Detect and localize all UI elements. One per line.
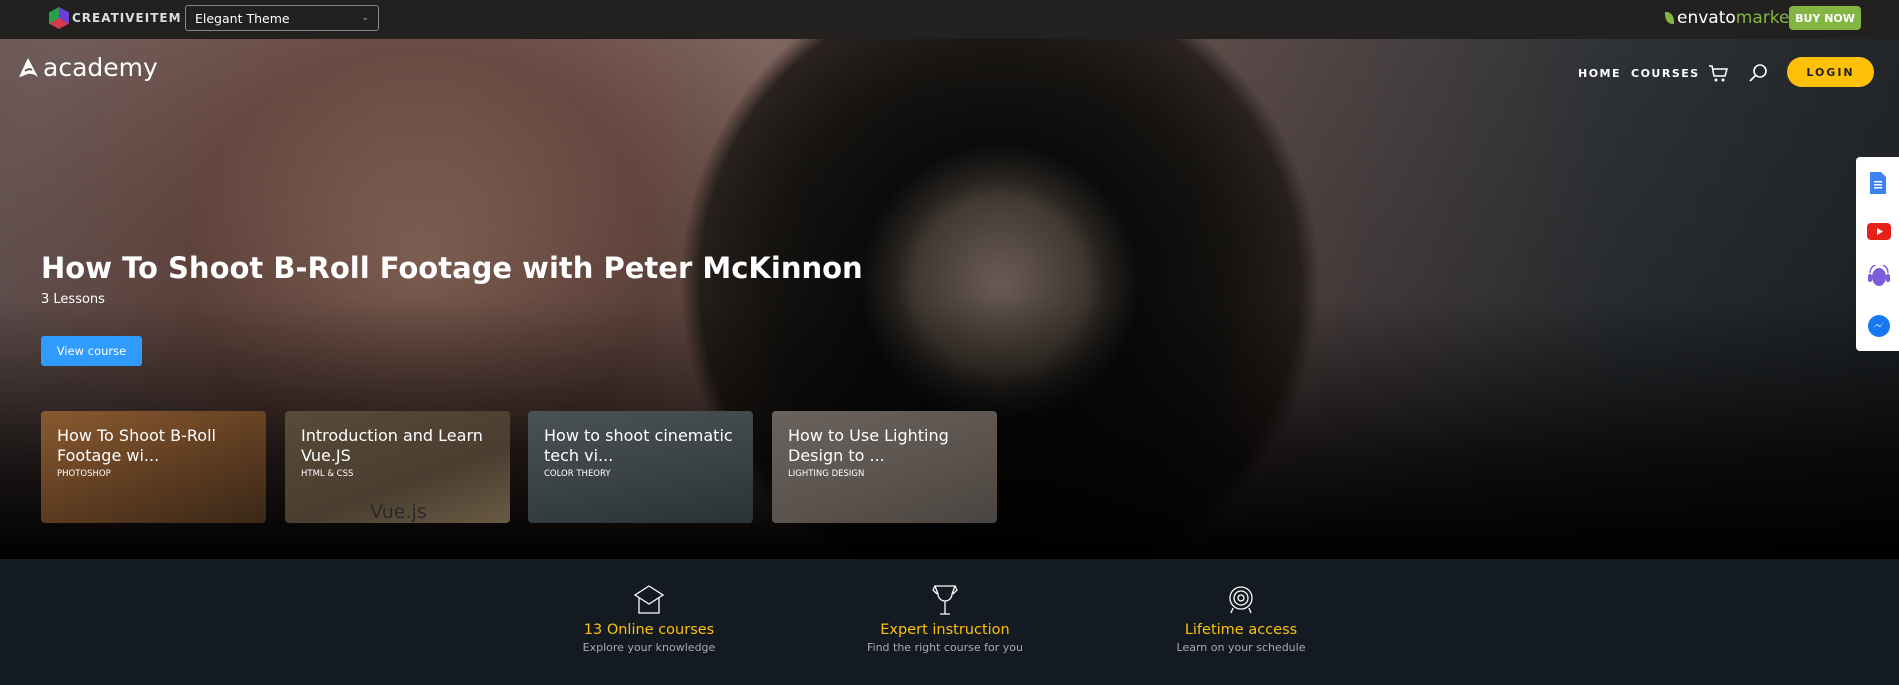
trophy-icon <box>932 585 958 615</box>
nav-courses[interactable]: COURSES <box>1631 67 1700 80</box>
cart-icon[interactable] <box>1708 64 1728 83</box>
document-icon[interactable] <box>1870 172 1886 198</box>
feature-title: 13 Online courses <box>583 622 715 638</box>
course-card-title: How To Shoot B-Roll Footage wi... <box>57 426 216 465</box>
creativeitem-hex-icon <box>49 7 69 29</box>
feature-subtitle: Explore your knowledge <box>582 641 716 654</box>
academy-logo-icon <box>19 57 38 77</box>
messenger-icon[interactable] <box>1868 315 1890 341</box>
buy-now-button[interactable]: BUY NOW <box>1789 6 1861 30</box>
vuejs-image-text: Vue.js <box>370 501 427 523</box>
envato-leaf-icon <box>1665 12 1674 24</box>
side-widget <box>1856 157 1899 351</box>
creativeitem-logo[interactable]: CREATIVEITEM <box>49 7 182 29</box>
login-button[interactable]: LOGIN <box>1787 57 1874 87</box>
theme-select-value: Elegant Theme <box>195 10 290 26</box>
demo-topbar: CREATIVEITEM Elegant Theme ⌄ envato mark… <box>0 0 1899 39</box>
course-card-title: How to shoot cinematic tech vi... <box>544 426 733 465</box>
feature-title: Expert instruction <box>880 622 1010 638</box>
course-card-category: LIGHTING DESIGN <box>788 469 865 479</box>
theme-select[interactable]: Elegant Theme ⌄ <box>185 5 379 31</box>
course-card[interactable]: How to Use Lighting Design to ... LIGHTI… <box>772 411 997 523</box>
envato-market-logo[interactable]: envato market <box>1665 8 1796 28</box>
creativeitem-text: CREATIVEITEM <box>72 11 182 25</box>
lesson-count: 3 Lessons <box>41 292 105 307</box>
feature-subtitle: Find the right course for you <box>866 641 1024 654</box>
hero-title: How To Shoot B-Roll Footage with Peter M… <box>41 251 863 285</box>
course-card[interactable]: How to shoot cinematic tech vi... COLOR … <box>528 411 753 523</box>
view-course-button[interactable]: View course <box>41 336 142 366</box>
course-card-category: HTML & CSS <box>301 469 354 479</box>
market-text: market <box>1735 8 1797 28</box>
envato-text: envato <box>1677 8 1736 28</box>
academy-logo-text: academy <box>43 53 158 82</box>
hero-section: academy HOME COURSES LOGIN How To Shoot … <box>0 39 1899 559</box>
course-card-title: Introduction and Learn Vue.JS <box>301 426 483 465</box>
chevron-down-icon: ⌄ <box>361 13 369 23</box>
course-card[interactable]: How To Shoot B-Roll Footage wi... PHOTOS… <box>41 411 266 523</box>
support-icon[interactable] <box>1867 263 1891 293</box>
youtube-icon[interactable] <box>1867 223 1891 244</box>
graduation-cap-icon <box>633 585 665 614</box>
feature-expert-instruction: Expert instruction Find the right course… <box>815 584 1075 654</box>
feature-online-courses: 13 Online courses Explore your knowledge <box>519 584 779 654</box>
search-icon[interactable] <box>1748 63 1768 83</box>
feature-lifetime-access: Lifetime access Learn on your schedule <box>1111 584 1371 654</box>
academy-logo[interactable]: academy <box>17 53 158 82</box>
feature-title: Lifetime access <box>1184 622 1298 638</box>
features-section: 13 Online courses Explore your knowledge… <box>0 559 1899 685</box>
course-card-category: COLOR THEORY <box>544 469 611 479</box>
target-icon <box>1229 586 1253 614</box>
course-card[interactable]: Introduction and Learn Vue.JS HTML & CSS… <box>285 411 510 523</box>
course-card-category: PHOTOSHOP <box>57 469 111 479</box>
nav-home[interactable]: HOME <box>1578 67 1621 80</box>
feature-subtitle: Learn on your schedule <box>1176 641 1306 654</box>
course-card-title: How to Use Lighting Design to ... <box>788 426 949 465</box>
